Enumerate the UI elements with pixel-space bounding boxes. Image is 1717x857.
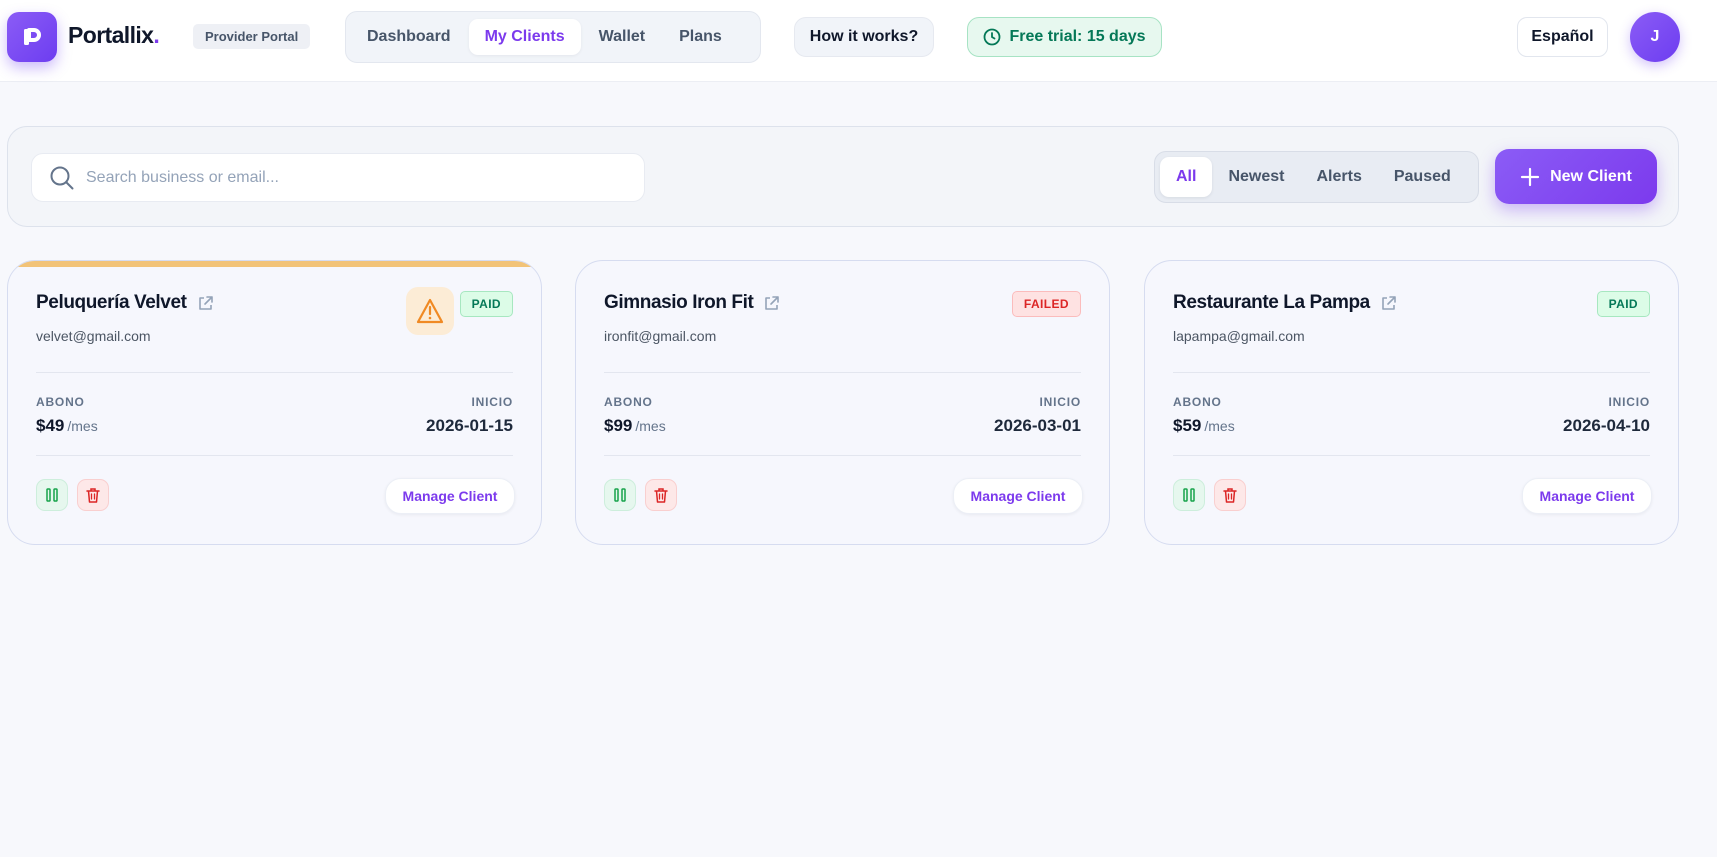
status-badge: PAID [1596,291,1650,317]
subscription-price: $59 /mes [1173,416,1235,436]
client-card: Gimnasio Iron Fit ironfit@gmail.com FAIL… [575,260,1110,545]
client-name-text: Restaurante La Pampa [1173,292,1370,313]
price-unit: /mes [635,418,666,434]
top-header: Portallix. Provider Portal Dashboard My … [0,0,1717,82]
client-card: Peluquería Velvet velvet@gmail.com PAID … [7,260,542,545]
client-name-text: Peluquería Velvet [36,292,187,313]
alert-accent-bar [8,261,541,267]
how-it-works-button[interactable]: How it works? [794,17,934,57]
provider-portal-badge: Provider Portal [193,24,311,49]
delete-button[interactable] [77,479,109,511]
price-amount: $99 [604,416,633,435]
status-badge: PAID [459,291,513,317]
client-email: lapampa@gmail.com [1173,328,1305,344]
new-client-button[interactable]: New Client [1495,149,1657,204]
divider [604,455,1081,456]
manage-client-button[interactable]: Manage Client [1522,478,1652,514]
divider [36,372,513,373]
client-name[interactable]: Restaurante La Pampa [1173,292,1397,314]
inicio-label: INICIO [1608,395,1650,409]
search-box[interactable] [31,153,645,202]
start-date: 2026-03-01 [994,416,1081,435]
clock-icon [984,28,1001,46]
client-name[interactable]: Peluquería Velvet [36,292,214,314]
price-unit: /mes [1204,418,1235,434]
start-date: 2026-01-15 [426,416,513,435]
client-filters: All Newest Alerts Paused [1154,151,1479,203]
inicio-label: INICIO [1039,395,1081,409]
external-link-icon[interactable] [763,295,780,312]
brand-dot: . [153,22,160,48]
pause-button[interactable] [1173,479,1205,511]
client-name[interactable]: Gimnasio Iron Fit [604,292,780,314]
alert-indicator[interactable] [406,287,454,335]
nav-wallet[interactable]: Wallet [583,19,662,55]
pause-icon [1183,488,1195,502]
warning-icon [416,298,444,324]
brand-name-text: Portallix [68,22,154,48]
brand-name[interactable]: Portallix. [68,22,160,49]
nav-dashboard[interactable]: Dashboard [351,19,467,55]
external-link-icon[interactable] [1380,295,1397,312]
manage-client-button[interactable]: Manage Client [385,478,515,514]
brand-logo[interactable] [7,12,57,62]
price-amount: $59 [1173,416,1202,435]
user-avatar[interactable]: J [1630,12,1680,62]
trash-icon [1223,487,1237,503]
new-client-label: New Client [1550,167,1632,185]
manage-client-button[interactable]: Manage Client [953,478,1083,514]
abono-label: ABONO [36,395,85,409]
pause-icon [46,488,58,502]
start-date: 2026-04-10 [1563,416,1650,435]
filter-all[interactable]: All [1160,157,1213,197]
filter-alerts[interactable]: Alerts [1300,157,1377,197]
divider [36,455,513,456]
delete-button[interactable] [645,479,677,511]
main-nav: Dashboard My Clients Wallet Plans [345,11,761,63]
divider [1173,372,1650,373]
free-trial-badge[interactable]: Free trial: 15 days [967,17,1162,57]
status-badge: FAILED [1011,291,1081,317]
abono-label: ABONO [604,395,653,409]
nav-my-clients[interactable]: My Clients [468,19,581,55]
plus-icon [1520,167,1540,186]
trash-icon [86,487,100,503]
filter-newest[interactable]: Newest [1212,157,1300,197]
price-unit: /mes [67,418,98,434]
language-button[interactable]: Español [1517,17,1608,57]
client-card: Restaurante La Pampa lapampa@gmail.com P… [1144,260,1679,545]
client-email: ironfit@gmail.com [604,328,717,344]
search-icon [50,166,74,189]
trash-icon [654,487,668,503]
filter-paused[interactable]: Paused [1378,157,1467,197]
pause-button[interactable] [36,479,68,511]
nav-plans[interactable]: Plans [663,19,738,55]
abono-label: ABONO [1173,395,1222,409]
price-amount: $49 [36,416,65,435]
free-trial-label: Free trial: 15 days [1009,28,1146,45]
pause-button[interactable] [604,479,636,511]
pause-icon [614,488,626,502]
portallix-logo-icon [24,28,41,45]
subscription-price: $49 /mes [36,416,98,436]
external-link-icon[interactable] [197,295,214,312]
client-email: velvet@gmail.com [36,328,151,344]
search-input[interactable] [86,168,626,187]
delete-button[interactable] [1214,479,1246,511]
client-name-text: Gimnasio Iron Fit [604,292,754,313]
subscription-price: $99 /mes [604,416,666,436]
divider [1173,455,1650,456]
divider [604,372,1081,373]
inicio-label: INICIO [471,395,513,409]
clients-toolbar: All Newest Alerts Paused New Client [7,126,1679,227]
